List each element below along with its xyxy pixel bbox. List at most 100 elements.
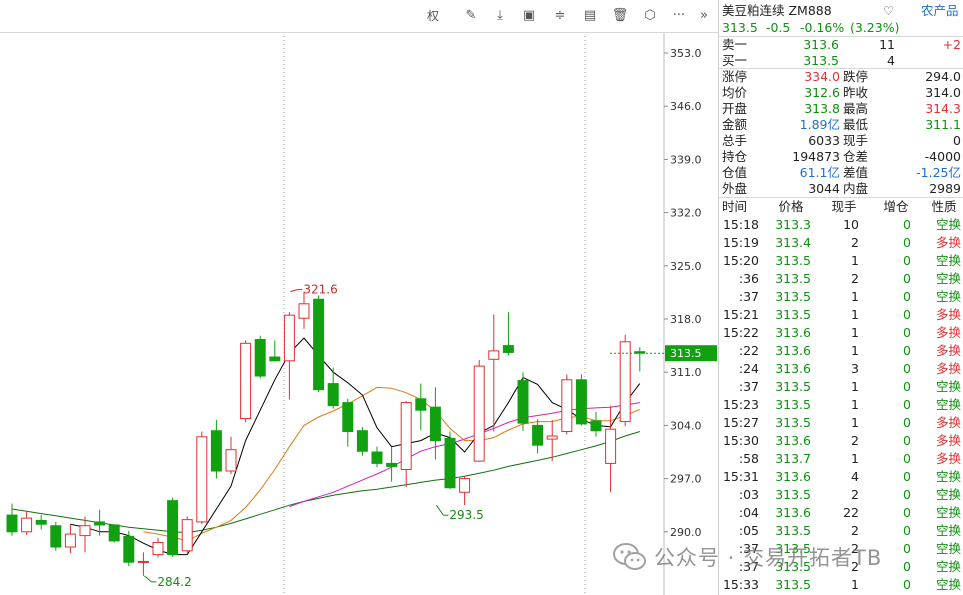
trade-row[interactable]: :22 313.6 1 0 多换 bbox=[719, 343, 963, 359]
instrument-title: 美豆粕连续 ZM888 bbox=[722, 3, 832, 18]
trade-price: 313.5 bbox=[775, 577, 811, 592]
candle[interactable] bbox=[488, 314, 500, 432]
trade-row[interactable]: 15:23 313.5 1 0 空换 bbox=[719, 397, 963, 413]
stat-value: 334.0 bbox=[804, 69, 840, 84]
candle[interactable] bbox=[313, 295, 325, 392]
candle[interactable] bbox=[575, 374, 587, 426]
trade-row[interactable]: :37 313.5 1 0 空换 bbox=[719, 379, 963, 395]
candle[interactable] bbox=[502, 312, 514, 356]
candle-body bbox=[6, 514, 18, 533]
download-icon[interactable]: ⤓ bbox=[491, 7, 509, 25]
trade-row[interactable]: 15:19 313.4 2 0 多换 bbox=[719, 235, 963, 251]
candle[interactable] bbox=[181, 516, 193, 554]
trade-row[interactable]: 15:21 313.5 1 0 多换 bbox=[719, 307, 963, 323]
trade-row[interactable]: :05 313.5 2 0 空换 bbox=[719, 523, 963, 539]
stat-label: 外盘 bbox=[722, 181, 748, 196]
trade-row[interactable]: 15:18 313.3 10 0 空换 bbox=[719, 217, 963, 233]
candle[interactable] bbox=[429, 387, 441, 460]
candle[interactable] bbox=[619, 334, 631, 427]
trade-row[interactable]: 15:20 313.5 1 0 空换 bbox=[719, 253, 963, 269]
candle[interactable] bbox=[444, 431, 456, 490]
candle-body bbox=[137, 560, 149, 563]
candle[interactable] bbox=[21, 512, 33, 535]
trade-time: 15:23 bbox=[722, 397, 759, 412]
candle[interactable] bbox=[254, 335, 266, 379]
candle[interactable] bbox=[50, 521, 62, 551]
trash-icon[interactable]: 🗑 bbox=[611, 7, 629, 25]
candle[interactable] bbox=[137, 552, 149, 576]
stats-row: 金额 1.89亿 最低 311.1 bbox=[719, 117, 963, 133]
y-tick-label: 325.0 bbox=[670, 260, 702, 273]
candle[interactable] bbox=[459, 476, 471, 506]
trade-row[interactable]: :24 313.6 3 0 多换 bbox=[719, 361, 963, 377]
trade-row[interactable]: 15:27 313.5 1 0 多换 bbox=[719, 415, 963, 431]
candle[interactable] bbox=[356, 426, 368, 456]
candle-body bbox=[444, 437, 456, 489]
y-tick-label: 332.0 bbox=[670, 207, 702, 220]
candle[interactable] bbox=[210, 420, 222, 479]
trade-row[interactable]: 15:22 313.6 1 0 多换 bbox=[719, 325, 963, 341]
candle[interactable] bbox=[561, 374, 573, 435]
candle-body bbox=[619, 341, 631, 423]
candle[interactable] bbox=[546, 420, 558, 462]
candle[interactable] bbox=[225, 436, 237, 475]
heart-icon[interactable]: ♡ bbox=[883, 3, 894, 19]
trade-row[interactable]: :37 313.5 1 0 空换 bbox=[719, 289, 963, 305]
chart-area[interactable]: 353.0 346.0 339.0 332.0 325.0 318.0 311.0 304.0… bbox=[0, 0, 718, 595]
forward-icon[interactable]: » bbox=[695, 7, 713, 25]
candle[interactable] bbox=[415, 383, 427, 430]
trade-price: 313.3 bbox=[775, 217, 811, 232]
trade-volume: 1 bbox=[851, 307, 859, 322]
layout-icon[interactable]: ▤ bbox=[581, 7, 599, 25]
adjust-right-button[interactable]: 权 bbox=[424, 7, 442, 25]
candle[interactable] bbox=[386, 446, 398, 482]
candle-body bbox=[196, 436, 208, 523]
candle[interactable] bbox=[342, 398, 354, 447]
candle[interactable] bbox=[371, 446, 383, 468]
candle[interactable] bbox=[240, 340, 252, 423]
candle[interactable] bbox=[123, 531, 135, 566]
candle-body bbox=[590, 420, 602, 432]
book-price: 313.5 bbox=[803, 53, 839, 68]
candle[interactable] bbox=[532, 419, 544, 454]
image-icon[interactable]: ▣ bbox=[520, 7, 538, 25]
candle[interactable] bbox=[400, 401, 412, 487]
candle[interactable] bbox=[64, 524, 76, 554]
candle[interactable] bbox=[473, 360, 485, 462]
candle[interactable] bbox=[152, 537, 164, 558]
candle[interactable] bbox=[605, 405, 617, 493]
candle[interactable] bbox=[196, 431, 208, 525]
annotation-label: 284.2 bbox=[157, 575, 191, 589]
candle[interactable] bbox=[327, 367, 339, 409]
trade-row[interactable]: :03 313.5 2 0 空换 bbox=[719, 487, 963, 503]
candle[interactable] bbox=[269, 340, 281, 362]
more-icon[interactable]: ··· bbox=[670, 7, 688, 25]
sliders-icon[interactable]: ≑ bbox=[551, 7, 569, 25]
candle[interactable] bbox=[590, 411, 602, 437]
candle[interactable] bbox=[35, 515, 47, 530]
pencil-icon[interactable]: ✎ bbox=[462, 7, 480, 25]
candle[interactable] bbox=[6, 503, 18, 536]
candle[interactable] bbox=[634, 347, 646, 372]
candle[interactable] bbox=[517, 372, 529, 431]
ma40-line bbox=[11, 431, 640, 534]
trade-nature: 多换 bbox=[935, 307, 961, 322]
price-change: -0.5 bbox=[766, 20, 791, 35]
trade-row[interactable]: :04 313.6 22 0 空换 bbox=[719, 505, 963, 521]
trade-row[interactable]: 15:31 313.6 4 0 空换 bbox=[719, 469, 963, 485]
category-link[interactable]: 农产品 bbox=[921, 3, 959, 19]
hexagon-icon[interactable]: ⬡ bbox=[641, 7, 659, 25]
trade-row[interactable]: :36 313.5 2 0 空换 bbox=[719, 271, 963, 287]
y-tick-label: 311.0 bbox=[670, 366, 702, 379]
candle[interactable] bbox=[108, 524, 120, 543]
trade-row[interactable]: 15:30 313.6 2 0 多换 bbox=[719, 433, 963, 449]
trade-nature: 空换 bbox=[935, 289, 961, 304]
candle[interactable] bbox=[283, 312, 295, 400]
candle[interactable] bbox=[167, 497, 179, 557]
trade-row[interactable]: 15:33 313.5 1 0 空换 bbox=[719, 577, 963, 593]
candle[interactable] bbox=[79, 516, 91, 553]
candle[interactable] bbox=[298, 291, 310, 329]
candle-body bbox=[488, 350, 500, 360]
candlestick-chart[interactable]: 353.0 346.0 339.0 332.0 325.0 318.0 311.0 304.0… bbox=[0, 0, 718, 595]
trade-row[interactable]: :58 313.7 1 0 多换 bbox=[719, 451, 963, 467]
